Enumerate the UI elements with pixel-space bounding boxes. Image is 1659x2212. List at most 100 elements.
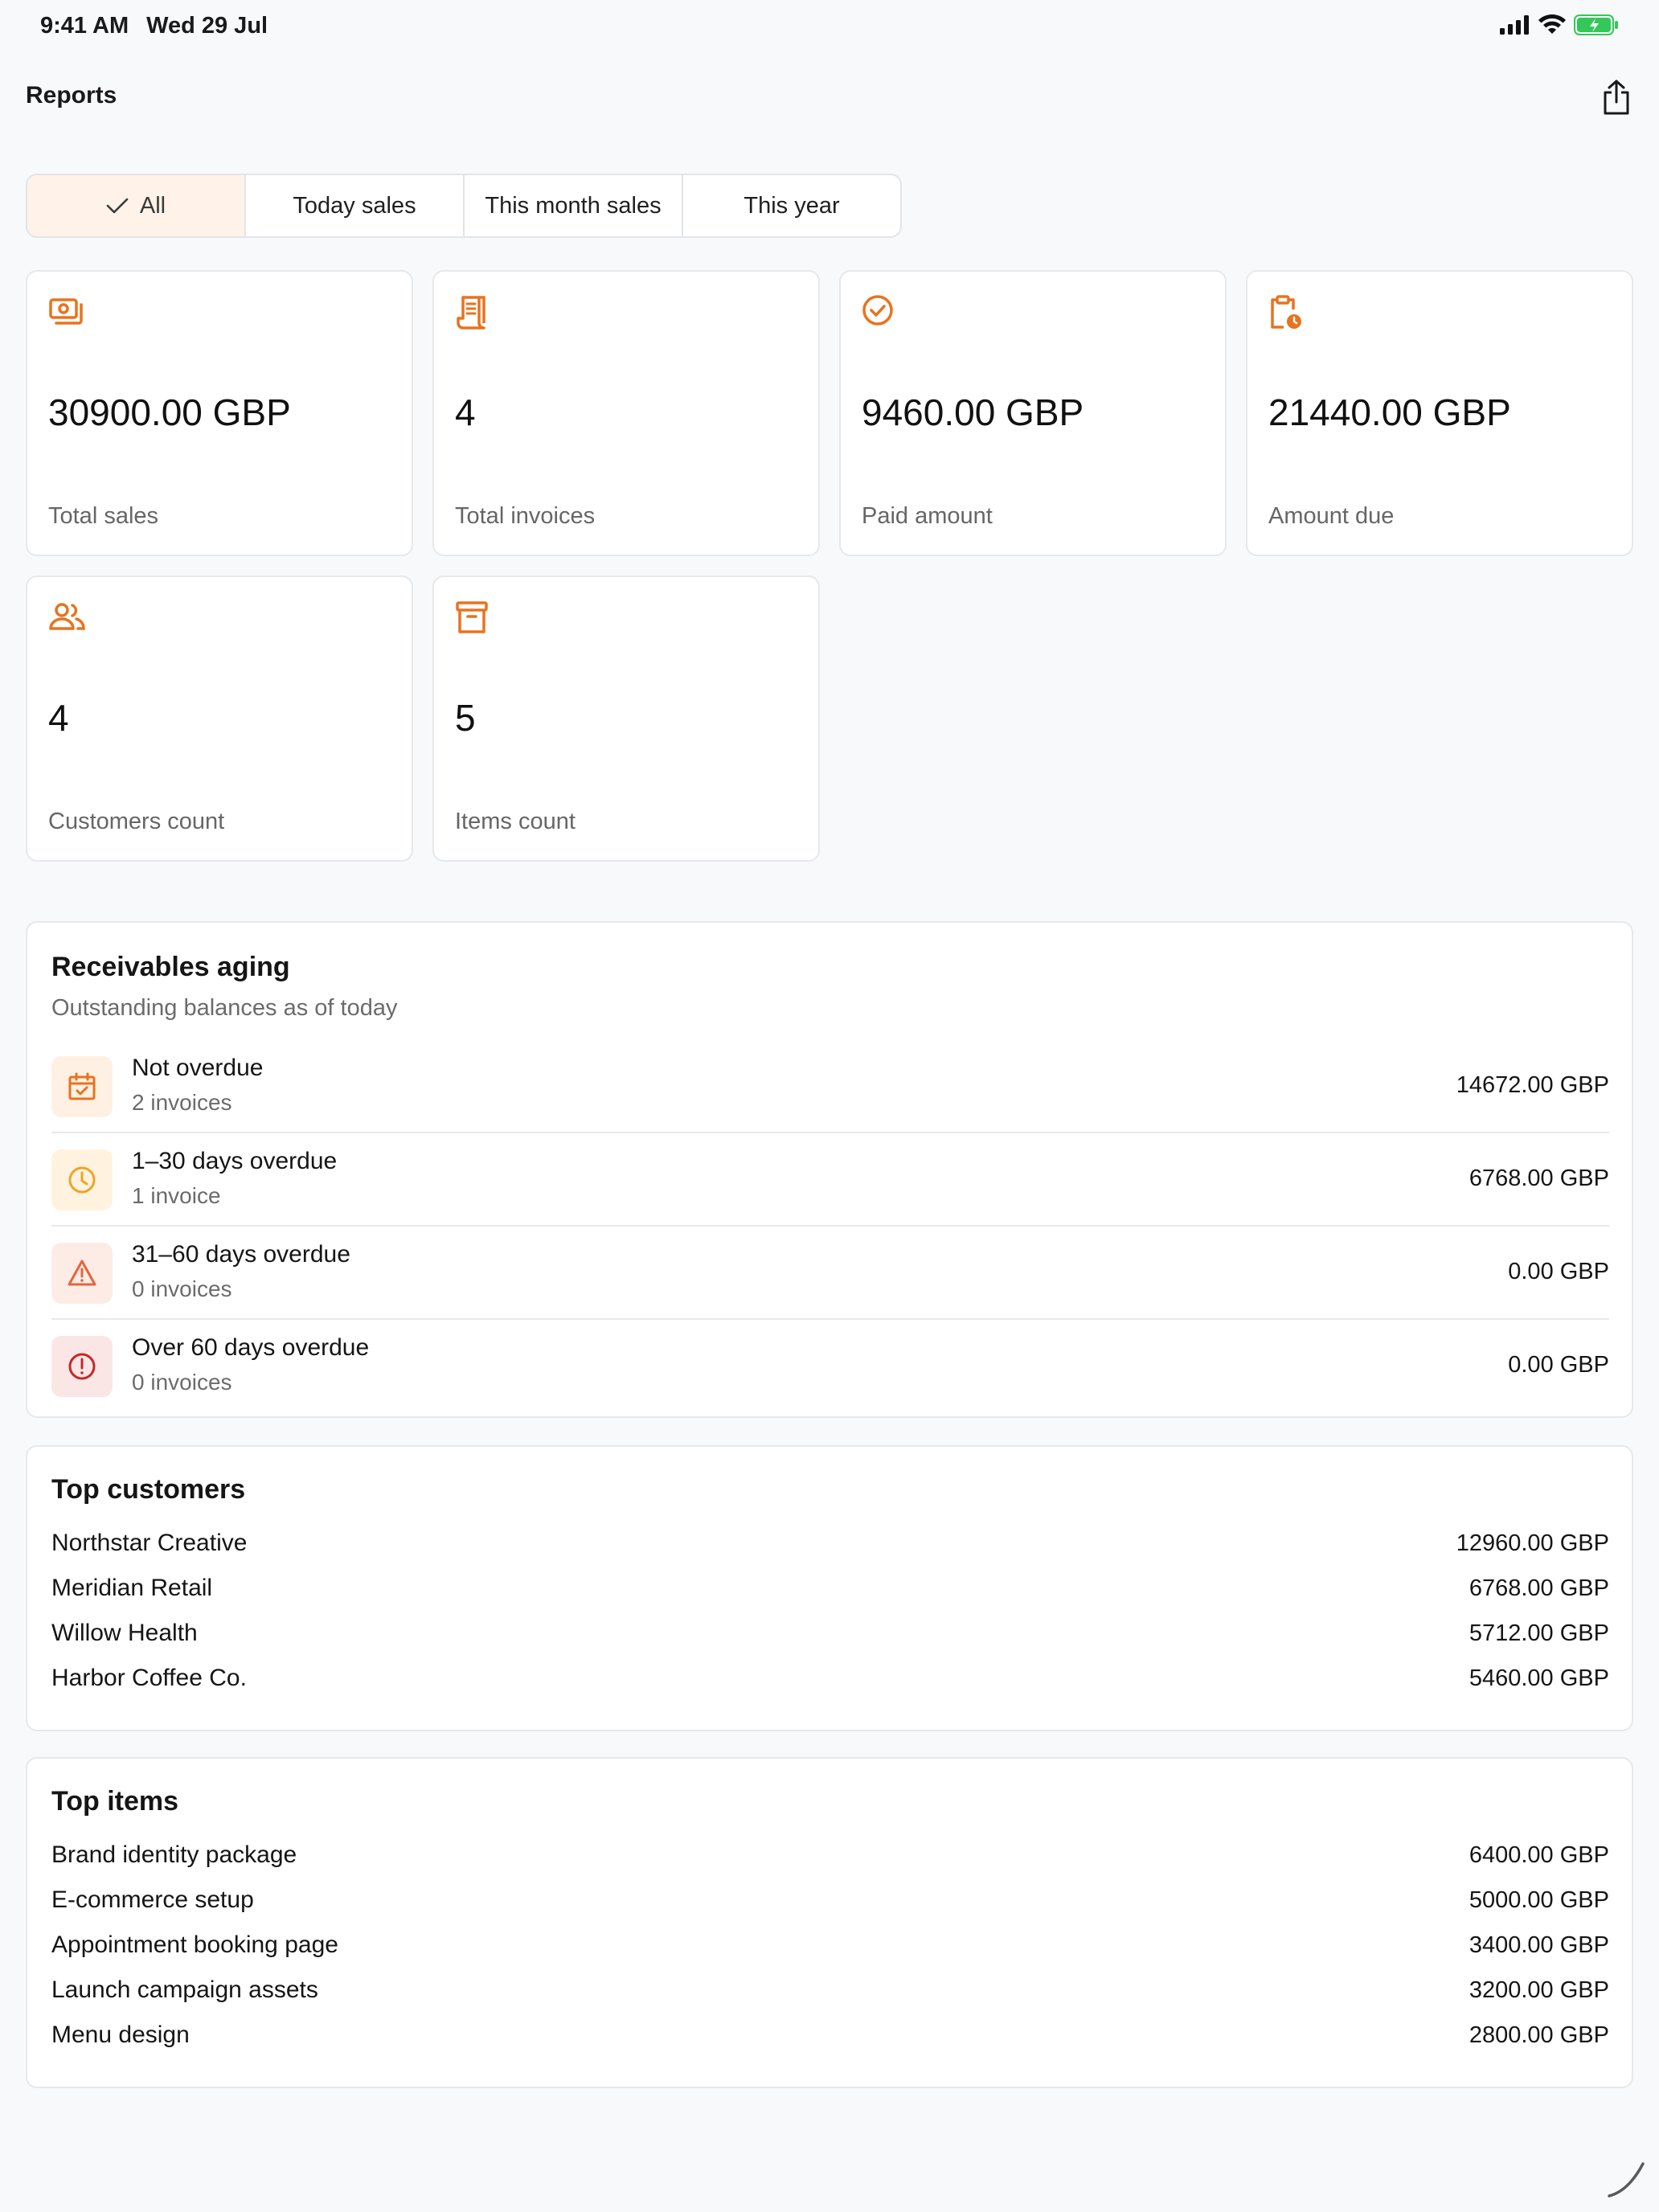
stat-value: 30900.00 GBP: [48, 391, 291, 433]
aging-name: 1–30 days overdue: [132, 1148, 338, 1174]
status-icons: [1500, 14, 1619, 35]
wifi-icon: [1538, 14, 1566, 34]
filter-segmented-control: All Today sales This month sales This ye…: [26, 174, 902, 238]
filter-all-label: All: [139, 192, 166, 219]
aging-count: 1 invoice: [132, 1183, 221, 1208]
aging-row-31-60-days[interactable]: 31–60 days overdue 0 invoices 0.00 GBP: [51, 1227, 1609, 1320]
checkmark-icon: [106, 198, 129, 214]
aging-amount: 14672.00 GBP: [1456, 1072, 1609, 1098]
aging-row-1-30-days[interactable]: 1–30 days overdue 1 invoice 6768.00 GBP: [51, 1133, 1609, 1227]
item-name: Appointment booking page: [51, 1931, 338, 1958]
customer-row[interactable]: Meridian Retail 6768.00 GBP: [51, 1566, 1609, 1611]
item-name: Launch campaign assets: [51, 1976, 318, 2003]
aging-badge: [51, 1336, 113, 1397]
clipboard-clock-icon: [1271, 295, 1301, 329]
panel-title: Receivables aging: [51, 952, 290, 982]
status-date: Wed 29 Jul: [146, 12, 268, 39]
aging-row-over-60-days[interactable]: Over 60 days overdue 0 invoices 0.00 GBP: [51, 1320, 1609, 1413]
warning-triangle-icon: [68, 1260, 96, 1286]
aging-name: Over 60 days overdue: [132, 1334, 370, 1361]
aging-count: 0 invoices: [132, 1370, 232, 1395]
top-items-panel: Top items Brand identity package 6400.00…: [26, 1757, 1633, 2088]
customer-name: Northstar Creative: [51, 1530, 248, 1556]
aging-count: 2 invoices: [132, 1090, 232, 1115]
share-button[interactable]: [1598, 77, 1635, 117]
stat-label: Paid amount: [862, 503, 993, 529]
stat-value: 4: [455, 391, 476, 433]
stat-label: Amount due: [1268, 503, 1395, 529]
customer-row[interactable]: Willow Health 5712.00 GBP: [51, 1611, 1609, 1656]
aging-amount: 0.00 GBP: [1508, 1259, 1609, 1284]
item-row[interactable]: Appointment booking page 3400.00 GBP: [51, 1923, 1609, 1968]
archive-box-icon: [456, 601, 488, 633]
item-name: Menu design: [51, 2022, 190, 2048]
item-row[interactable]: Menu design 2800.00 GBP: [51, 2013, 1609, 2058]
item-amount: 2800.00 GBP: [1469, 2022, 1609, 2048]
item-name: Brand identity package: [51, 1841, 297, 1868]
item-row[interactable]: E-commerce setup 5000.00 GBP: [51, 1878, 1609, 1923]
item-amount: 3400.00 GBP: [1469, 1931, 1609, 1958]
aging-amount: 0.00 GBP: [1508, 1352, 1609, 1378]
users-icon: [49, 603, 85, 630]
stat-label: Total invoices: [455, 503, 596, 529]
stat-label: Customers count: [48, 809, 225, 834]
stat-card-items-count: 5 Items count: [432, 576, 820, 862]
aging-amount: 6768.00 GBP: [1469, 1165, 1609, 1191]
stat-card-amount-due: 21440.00 GBP Amount due: [1246, 270, 1633, 556]
panel-subtitle: Outstanding balances as of today: [51, 995, 398, 1021]
customer-amount: 12960.00 GBP: [1456, 1530, 1609, 1556]
customer-amount: 6768.00 GBP: [1469, 1575, 1609, 1601]
aging-name: Not overdue: [132, 1055, 264, 1081]
receipt-icon: [457, 296, 485, 330]
aging-badge: [51, 1243, 113, 1304]
aging-name: 31–60 days overdue: [132, 1241, 350, 1268]
item-name: E-commerce setup: [51, 1886, 254, 1913]
money-icon: [49, 298, 83, 325]
clock-icon: [68, 1166, 96, 1194]
customer-name: Meridian Retail: [51, 1575, 213, 1601]
stat-card-total-invoices: 4 Total invoices: [432, 270, 820, 556]
page-title: Reports: [26, 82, 117, 109]
status-time: 9:41 AM: [40, 12, 129, 39]
stat-value: 21440.00 GBP: [1268, 391, 1511, 433]
aging-row-not-overdue[interactable]: Not overdue 2 invoices 14672.00 GBP: [51, 1040, 1609, 1133]
aging-badge: [51, 1056, 113, 1117]
stat-value: 9460.00 GBP: [862, 391, 1084, 433]
stat-value: 4: [48, 697, 69, 739]
filter-this-year-label: This year: [743, 192, 840, 219]
filter-today-sales[interactable]: Today sales: [246, 175, 465, 236]
item-row[interactable]: Launch campaign assets 3200.00 GBP: [51, 1968, 1609, 2013]
filter-this-month-sales-label: This month sales: [485, 192, 662, 219]
check-circle-icon: [862, 295, 893, 326]
item-row[interactable]: Brand identity package 6400.00 GBP: [51, 1833, 1609, 1878]
stat-value: 5: [455, 697, 476, 739]
customer-amount: 5712.00 GBP: [1469, 1620, 1609, 1646]
filter-this-month-sales[interactable]: This month sales: [465, 175, 683, 236]
customer-amount: 5460.00 GBP: [1469, 1665, 1609, 1691]
share-icon: [1604, 80, 1629, 115]
customer-name: Willow Health: [51, 1620, 198, 1646]
stat-card-customers-count: 4 Customers count: [26, 576, 413, 862]
item-amount: 3200.00 GBP: [1469, 1976, 1609, 2003]
stat-card-total-sales: 30900.00 GBP Total sales: [26, 270, 413, 556]
filter-all[interactable]: All: [27, 175, 246, 236]
pencil-scribble-icon: [1608, 2162, 1645, 2198]
aging-count: 0 invoices: [132, 1276, 232, 1301]
item-amount: 6400.00 GBP: [1469, 1841, 1609, 1868]
filter-today-sales-label: Today sales: [293, 192, 416, 219]
customer-row[interactable]: Northstar Creative 12960.00 GBP: [51, 1521, 1609, 1566]
stat-label: Total sales: [48, 503, 159, 529]
aging-badge: [51, 1149, 113, 1210]
filter-this-year[interactable]: This year: [683, 175, 900, 236]
alert-circle-icon: [68, 1353, 96, 1380]
calendar-check-icon: [68, 1072, 96, 1100]
customer-name: Harbor Coffee Co.: [51, 1665, 247, 1691]
item-amount: 5000.00 GBP: [1469, 1886, 1609, 1913]
stat-label: Items count: [455, 809, 576, 834]
battery-charging-icon: [1574, 14, 1618, 35]
cellular-signal-icon: [1500, 15, 1529, 35]
receivables-aging-panel: Receivables aging Outstanding balances a…: [26, 921, 1633, 1418]
panel-title: Top items: [51, 1786, 179, 1817]
customer-row[interactable]: Harbor Coffee Co. 5460.00 GBP: [51, 1656, 1609, 1701]
status-bar: 9:41 AM Wed 29 Jul: [0, 0, 1659, 51]
